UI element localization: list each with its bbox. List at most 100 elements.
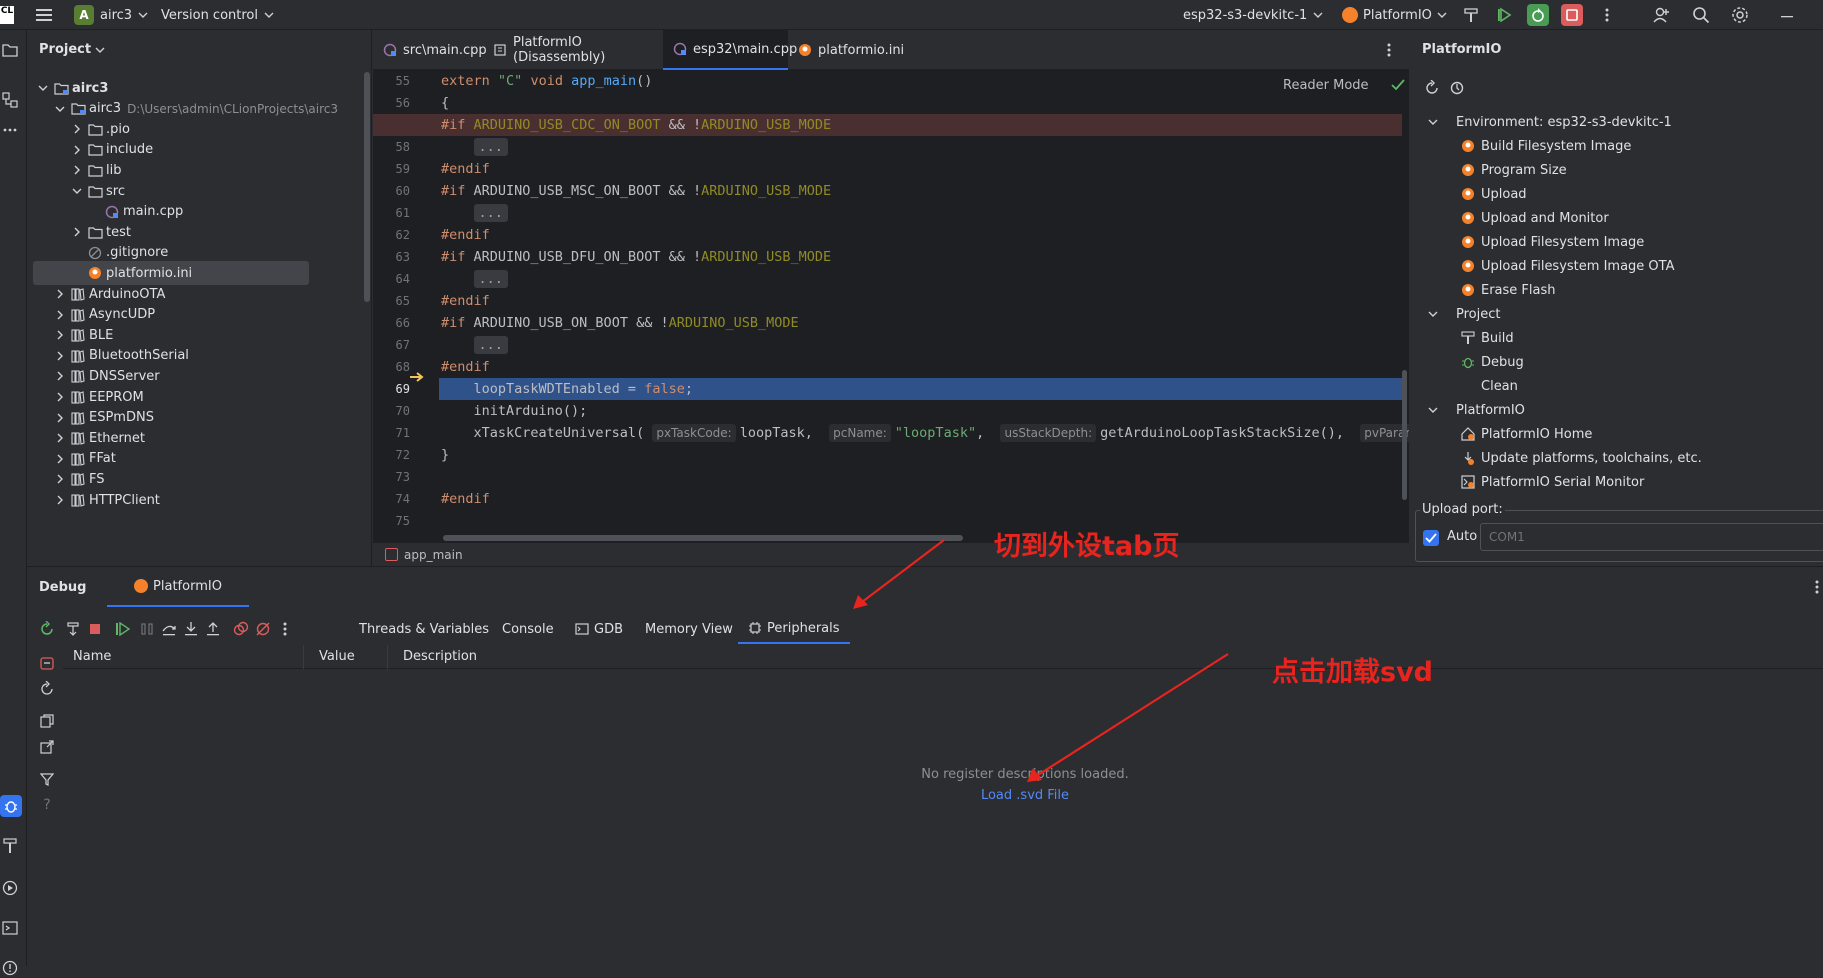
- hamburger-icon[interactable]: [33, 4, 55, 26]
- more-horizontal-icon[interactable]: [0, 120, 20, 140]
- code-line[interactable]: #endif: [441, 356, 490, 378]
- chevron-right-icon[interactable]: [52, 286, 68, 302]
- chevron-right-icon[interactable]: [52, 327, 68, 343]
- platformio-task[interactable]: Upload and Monitor: [1460, 206, 1609, 230]
- chevron-right-icon[interactable]: [52, 307, 68, 323]
- resume-icon[interactable]: [113, 619, 133, 639]
- column-description[interactable]: Description: [403, 649, 477, 664]
- code-area[interactable]: extern "C" void app_main(){ #if ARDUINO_U…: [373, 70, 1409, 542]
- chevron-right-icon[interactable]: [52, 430, 68, 446]
- debug-restart-icon[interactable]: [1527, 4, 1549, 26]
- chevron-right-icon[interactable]: [52, 471, 68, 487]
- tab-gdb[interactable]: GDB: [575, 614, 623, 644]
- fold-placeholder[interactable]: ...: [473, 138, 508, 156]
- platformio-task[interactable]: Build: [1460, 326, 1514, 350]
- code-line[interactable]: ...: [441, 334, 508, 356]
- code-line[interactable]: #if ARDUINO_USB_ON_BOOT && !ARDUINO_USB_…: [441, 312, 799, 334]
- problems-icon[interactable]: [0, 958, 20, 978]
- debug-tool-icon[interactable]: [0, 795, 22, 817]
- run-config-selector[interactable]: esp32-s3-devkitc-1: [1183, 0, 1323, 30]
- minimize-icon[interactable]: [1776, 4, 1798, 26]
- reader-mode-button[interactable]: Reader Mode: [1283, 74, 1405, 96]
- code-line[interactable]: initArduino();: [441, 400, 588, 422]
- editor-tab[interactable]: esp32\main.cpp: [663, 30, 811, 70]
- code-line[interactable]: xTaskCreateUniversal( pxTaskCode: loopTas…: [441, 422, 1409, 444]
- reload-project-icon[interactable]: [1447, 78, 1467, 98]
- editor-h-scrollbar[interactable]: [443, 535, 963, 541]
- chevron-down-icon[interactable]: [1428, 117, 1456, 127]
- chevron-down-icon[interactable]: [35, 80, 51, 96]
- project-folder-icon[interactable]: [0, 40, 20, 60]
- help-icon[interactable]: ?: [37, 795, 57, 815]
- editor-tab[interactable]: PlatformIO (Disassembly): [483, 30, 663, 70]
- chevron-right-icon[interactable]: [52, 410, 68, 426]
- code-line[interactable]: }: [441, 444, 449, 466]
- platformio-task[interactable]: Clean: [1460, 374, 1518, 398]
- code-line[interactable]: #endif: [441, 290, 490, 312]
- platformio-group[interactable]: Environment: esp32-s3-devkitc-1: [1428, 110, 1672, 134]
- code-line[interactable]: #endif: [441, 158, 490, 180]
- chevron-right-icon[interactable]: [69, 224, 85, 240]
- filter-icon[interactable]: [37, 769, 57, 789]
- refresh-icon[interactable]: [37, 679, 57, 699]
- version-control-menu[interactable]: Version control: [161, 0, 274, 30]
- build-tool-icon[interactable]: [0, 836, 20, 856]
- terminal-icon[interactable]: [0, 918, 20, 938]
- editor-tab[interactable]: platformio.ini: [788, 30, 904, 70]
- chevron-right-icon[interactable]: [52, 348, 68, 364]
- platformio-task[interactable]: Upload Filesystem Image OTA: [1460, 254, 1674, 278]
- add-user-icon[interactable]: [1650, 4, 1672, 26]
- view-breakpoints-icon[interactable]: [231, 619, 251, 639]
- services-icon[interactable]: [0, 878, 20, 898]
- upload-port-field[interactable]: COM1: [1480, 523, 1823, 551]
- project-panel-title[interactable]: Project: [39, 42, 105, 57]
- breadcrumb-item[interactable]: app_main: [404, 548, 463, 562]
- fold-placeholder[interactable]: ...: [473, 204, 508, 222]
- code-line[interactable]: ...: [441, 136, 508, 158]
- code-line[interactable]: ...: [441, 268, 508, 290]
- rerun-icon[interactable]: [37, 619, 57, 639]
- chevron-down-icon[interactable]: [1428, 405, 1456, 415]
- platformio-task[interactable]: PlatformIO Home: [1460, 422, 1592, 446]
- platformio-task[interactable]: Debug: [1460, 350, 1524, 374]
- platform-selector[interactable]: PlatformIO: [1342, 0, 1447, 30]
- mute-breakpoints-icon[interactable]: [253, 619, 273, 639]
- code-line[interactable]: #if ARDUINO_USB_DFU_ON_BOOT && !ARDUINO_…: [441, 246, 831, 268]
- fold-placeholder[interactable]: ...: [473, 336, 508, 354]
- settings-gear-icon[interactable]: [1729, 4, 1751, 26]
- tab-console[interactable]: Console: [502, 614, 554, 644]
- chevron-down-icon[interactable]: [69, 183, 85, 199]
- chevron-down-icon[interactable]: [1428, 309, 1456, 319]
- platformio-task[interactable]: Build Filesystem Image: [1460, 134, 1631, 158]
- code-line[interactable]: ...: [441, 202, 508, 224]
- code-line[interactable]: {: [441, 92, 449, 114]
- copy-icon[interactable]: [37, 711, 57, 731]
- chevron-right-icon[interactable]: [69, 142, 85, 158]
- editor-v-scrollbar[interactable]: [1402, 370, 1407, 500]
- hammer-icon[interactable]: [1460, 4, 1482, 26]
- auto-checkbox[interactable]: [1423, 530, 1439, 546]
- run-icon[interactable]: [1494, 4, 1516, 26]
- code-line[interactable]: #endif: [441, 488, 490, 510]
- code-line[interactable]: extern "C" void app_main(): [441, 70, 652, 92]
- chevron-right-icon[interactable]: [69, 121, 85, 137]
- load-svd-link[interactable]: Load .svd File: [865, 788, 1185, 803]
- chevron-right-icon[interactable]: [52, 368, 68, 384]
- tab-peripherals[interactable]: Peripherals: [738, 614, 850, 644]
- stop-icon[interactable]: [1561, 4, 1583, 26]
- pause-icon[interactable]: [137, 619, 157, 639]
- chevron-right-icon[interactable]: [52, 389, 68, 405]
- project-switcher[interactable]: A airc3: [74, 0, 148, 30]
- debug-session-tab[interactable]: PlatformIO: [107, 567, 249, 607]
- platformio-task[interactable]: PlatformIO Serial Monitor: [1460, 470, 1644, 494]
- search-icon[interactable]: [1690, 4, 1712, 26]
- refresh-icon[interactable]: [1422, 78, 1442, 98]
- tab-memory-view[interactable]: Memory View: [645, 614, 733, 644]
- platformio-group[interactable]: Project: [1428, 302, 1500, 326]
- more-vertical-icon[interactable]: [275, 619, 295, 639]
- platformio-task[interactable]: Update platforms, toolchains, etc.: [1460, 446, 1702, 470]
- structure-icon[interactable]: [0, 90, 20, 110]
- chevron-right-icon[interactable]: [69, 162, 85, 178]
- platformio-task[interactable]: Upload Filesystem Image: [1460, 230, 1644, 254]
- more-vertical-icon[interactable]: [1807, 577, 1823, 597]
